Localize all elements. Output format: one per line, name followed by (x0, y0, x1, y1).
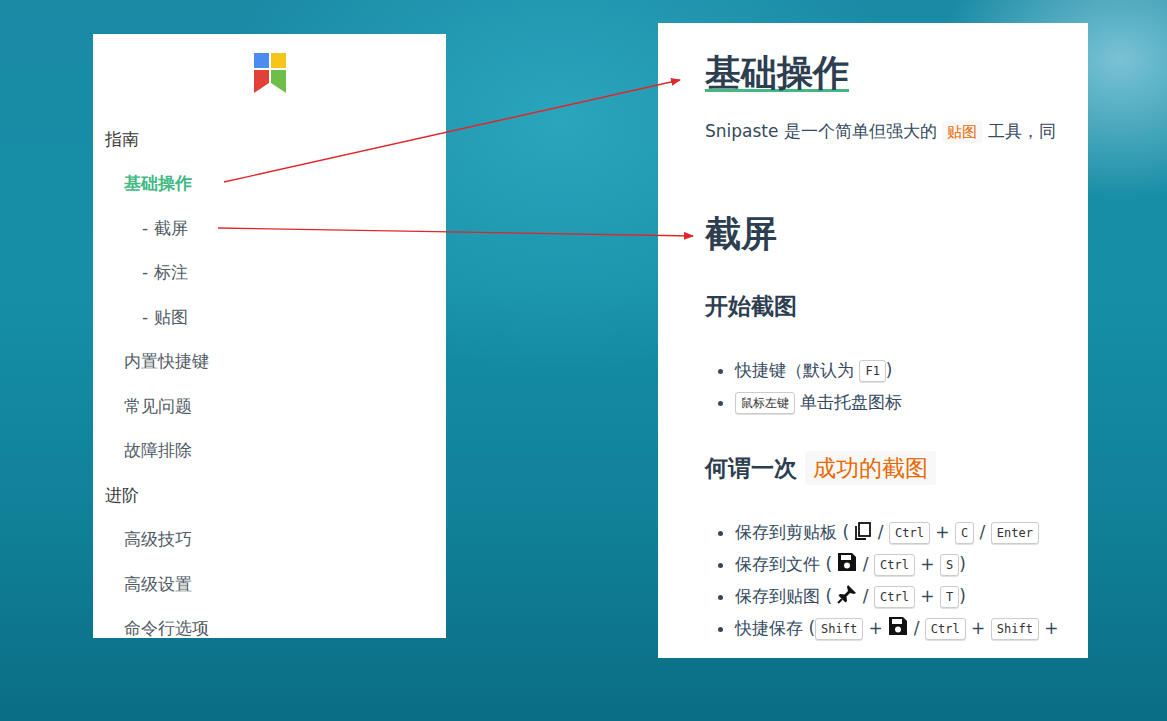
arrow-icon (218, 228, 693, 236)
list-item: 保存到剪贴板 ( / Ctrl + C / Enter (735, 516, 1088, 548)
key: Shift (991, 618, 1039, 640)
sidebar-window: 指南基础操作- 截屏- 标注- 贴图内置快捷键常见问题故障排除进阶高级技巧高级设… (93, 34, 446, 638)
key: F1 (859, 360, 885, 382)
list-item: 快捷保存 (Shift + / Ctrl + Shift + (735, 612, 1088, 644)
bullet-list: 快捷键（默认为 F1)鼠标左键 单击托盘图标 (705, 354, 1088, 418)
sidebar-item[interactable]: - 标注 (93, 251, 446, 296)
key: Ctrl (874, 586, 915, 608)
bullet-list: 保存到剪贴板 ( / Ctrl + C / Enter保存到文件 ( / Ctr… (705, 516, 1088, 644)
list-item: 保存到贴图 ( / Ctrl + T) (735, 580, 1088, 612)
key: Ctrl (889, 522, 930, 544)
sidebar-nav: 指南基础操作- 截屏- 标注- 贴图内置快捷键常见问题故障排除进阶高级技巧高级设… (93, 117, 446, 638)
key: Ctrl (874, 554, 915, 576)
sidebar-item[interactable]: - 贴图 (93, 295, 446, 340)
paragraph: Snipaste 是一个简单但强大的 贴图 工具，同 (705, 118, 1088, 145)
sidebar-item[interactable]: 高级技巧 (93, 518, 446, 563)
sidebar-item[interactable]: 指南 (93, 117, 446, 162)
key: Shift (815, 618, 863, 640)
heading: 基础操作 (705, 50, 1088, 95)
desktop-wallpaper: 指南基础操作- 截屏- 标注- 贴图内置快捷键常见问题故障排除进阶高级技巧高级设… (0, 0, 1167, 721)
sidebar-item[interactable]: 命令行选项 (93, 607, 446, 639)
sidebar-item[interactable]: 基础操作 (93, 162, 446, 207)
sidebar-item[interactable]: - 截屏 (93, 206, 446, 251)
document-window: 基础操作 Snipaste 是一个简单但强大的 贴图 工具，同截屏开始截图快捷键（… (658, 23, 1088, 658)
sidebar-item[interactable]: 常见问题 (93, 384, 446, 429)
annotation-arrows (0, 0, 1167, 721)
key: T (940, 586, 959, 608)
highlight: 成功的截图 (805, 451, 936, 485)
key: Enter (991, 522, 1039, 544)
arrow-icon (224, 80, 680, 182)
inline-code: 贴图 (942, 121, 982, 143)
sidebar-item[interactable]: 内置快捷键 (93, 340, 446, 385)
heading: 开始截图 (705, 290, 1088, 322)
copy-icon (854, 522, 872, 540)
heading-link[interactable]: 基础操作 (705, 52, 849, 93)
heading: 截屏 (705, 211, 1088, 256)
sidebar-item[interactable]: 高级设置 (93, 562, 446, 607)
snipaste-logo-icon[interactable] (254, 53, 286, 93)
save-icon (837, 552, 857, 572)
key: S (940, 554, 959, 576)
list-item: 保存到文件 ( / Ctrl + S) (735, 548, 1088, 580)
save-icon (888, 616, 908, 636)
pin-icon (837, 584, 857, 604)
key: C (955, 522, 974, 544)
list-item: 快捷键（默认为 F1) (735, 354, 1088, 386)
heading: 何谓一次 成功的截图 (705, 452, 1088, 484)
sidebar-item[interactable]: 进阶 (93, 473, 446, 518)
sidebar-item[interactable]: 故障排除 (93, 429, 446, 474)
key: 鼠标左键 (735, 392, 795, 414)
key: Ctrl (925, 618, 966, 640)
list-item: 鼠标左键 单击托盘图标 (735, 386, 1088, 418)
